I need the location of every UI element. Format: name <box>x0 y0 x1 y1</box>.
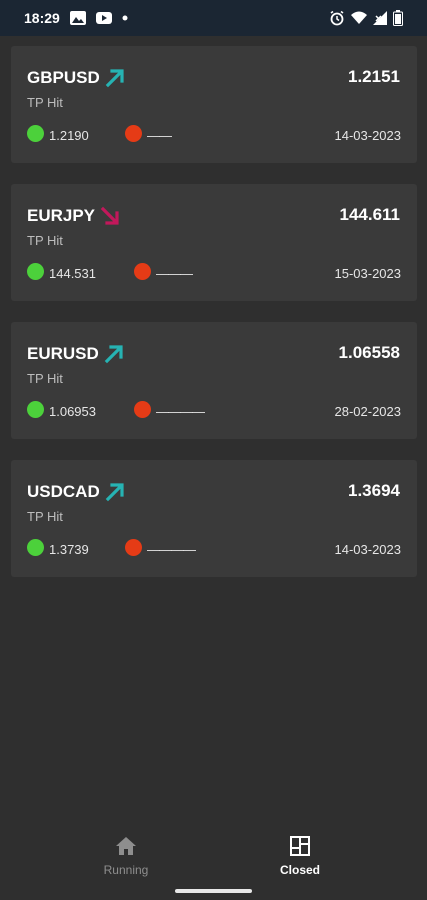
tp-indicator-icon <box>27 125 44 142</box>
signal-date: 15-03-2023 <box>334 266 402 281</box>
wifi-icon <box>351 11 367 25</box>
pair-label-wrap: EURUSD <box>27 343 125 365</box>
nav-closed-label: Closed <box>279 863 320 877</box>
signal-date: 14-03-2023 <box>334 128 402 143</box>
trend-up-icon <box>103 343 125 365</box>
nav-tab-closed[interactable]: Closed <box>240 835 360 877</box>
signal-list: GBPUSD 1.2151 TP Hit 1.2190 —— 14-03-202… <box>11 46 417 598</box>
signal-details-row: 144.531 ——— 15-03-2023 <box>27 263 401 283</box>
status-bar-left: 18:29 <box>24 10 128 26</box>
sl-value: ———— <box>156 404 205 419</box>
gallery-icon <box>69 11 86 25</box>
sl-value: ——— <box>156 266 193 281</box>
signal-details-row: 1.06953 ———— 28-02-2023 <box>27 401 401 421</box>
signal-details-row: 1.2190 —— 14-03-2023 <box>27 125 401 145</box>
sl-indicator-icon <box>125 125 142 142</box>
status-bar: 18:29 <box>0 0 427 36</box>
signal-status: TP Hit <box>27 233 63 248</box>
tp-indicator-icon <box>27 539 44 556</box>
signal-date: 28-02-2023 <box>334 404 402 419</box>
sl-indicator-icon <box>134 263 151 280</box>
pair-name: EURUSD <box>27 344 99 363</box>
price-value: 144.611 <box>339 205 400 224</box>
pair-label-wrap: EURJPY <box>27 205 121 227</box>
signal-status: TP Hit <box>27 371 63 386</box>
home-indicator-bar[interactable] <box>175 889 252 893</box>
youtube-icon <box>95 11 112 25</box>
dashboard-icon <box>289 835 311 857</box>
pair-name: USDCAD <box>27 482 100 501</box>
tp-indicator-icon <box>27 401 44 418</box>
signal-icon <box>373 11 387 25</box>
pair-name: EURJPY <box>27 206 96 225</box>
battery-icon <box>393 10 403 26</box>
signal-status: TP Hit <box>27 509 63 524</box>
trend-up-icon <box>104 481 126 503</box>
sl-indicator-icon <box>134 401 151 418</box>
tp-value: 1.2190 <box>49 128 89 143</box>
dot-icon <box>122 15 128 21</box>
home-icon <box>115 835 137 857</box>
alarm-icon <box>329 10 345 26</box>
signal-card-gbpusd[interactable]: GBPUSD 1.2151 TP Hit 1.2190 —— 14-03-202… <box>11 46 417 163</box>
status-time: 18:29 <box>24 10 60 26</box>
trend-up-icon <box>104 67 126 89</box>
pair-label-wrap: USDCAD <box>27 481 126 503</box>
price-value: 1.3694 <box>348 481 400 500</box>
sl-value: —— <box>147 128 172 143</box>
signal-card-eurusd[interactable]: EURUSD 1.06558 TP Hit 1.06953 ———— 28-02… <box>11 322 417 439</box>
signal-date: 14-03-2023 <box>334 542 402 557</box>
pair-label-wrap: GBPUSD <box>27 67 126 89</box>
sl-indicator-icon <box>125 539 142 556</box>
bottom-navigation: Running Closed <box>0 825 427 885</box>
tp-value: 1.06953 <box>49 404 96 419</box>
price-value: 1.2151 <box>348 67 400 86</box>
nav-running-label: Running <box>103 863 149 877</box>
signal-card-eurjpy[interactable]: EURJPY 144.611 TP Hit 144.531 ——— 15-03-… <box>11 184 417 301</box>
nav-tab-running[interactable]: Running <box>66 835 186 877</box>
pair-name: GBPUSD <box>27 68 100 87</box>
signal-card-usdcad[interactable]: USDCAD 1.3694 TP Hit 1.3739 ———— 14-03-2… <box>11 460 417 577</box>
signal-status: TP Hit <box>27 95 63 110</box>
tp-indicator-icon <box>27 263 44 280</box>
status-bar-right <box>329 10 403 26</box>
signal-details-row: 1.3739 ———— 14-03-2023 <box>27 539 401 559</box>
price-value: 1.06558 <box>338 343 400 362</box>
trend-down-icon <box>99 205 121 227</box>
sl-value: ———— <box>147 542 196 557</box>
tp-value: 144.531 <box>49 266 96 281</box>
tp-value: 1.3739 <box>49 542 89 557</box>
